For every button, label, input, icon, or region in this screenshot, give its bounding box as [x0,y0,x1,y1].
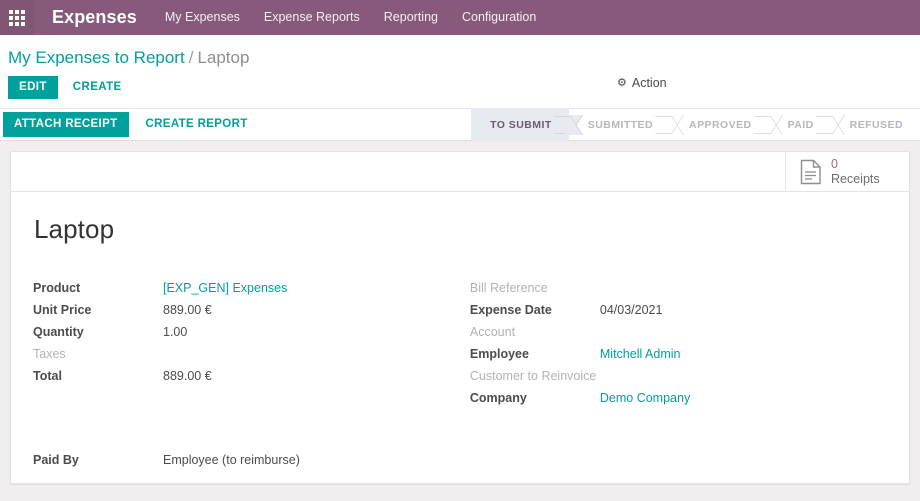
value-total: 889.00 € [163,369,212,383]
fields-container: Product [EXP_GEN] Expenses Unit Price 88… [33,281,887,413]
breadcrumb-row: My Expenses to Report / Laptop [0,35,920,68]
value-employee[interactable]: Mitchell Admin [600,347,681,361]
label-quantity: Quantity [33,325,84,339]
menu-item-reporting[interactable]: Reporting [372,0,450,35]
main-menu: My Expenses Expense Reports Reporting Co… [153,0,548,35]
label-customer-to-reinvoice: Customer to Reinvoice [469,369,597,383]
breadcrumb-parent-link[interactable]: My Expenses to Report [8,48,185,67]
value-expense-date: 04/03/2021 [599,303,663,317]
apps-grid-icon [9,9,25,26]
control-panel-buttons: EDIT CREATE ⚙ Action [0,68,920,108]
right-field-column: Bill Reference Expense Date 04/03/2021 A… [460,281,887,413]
stat-button-box: 0 Receipts [11,152,909,192]
attach-receipt-button[interactable]: ATTACH RECEIPT [3,112,129,137]
label-product: Product [33,281,81,295]
stage-approved[interactable]: APPROVED [670,109,769,141]
edit-button[interactable]: EDIT [8,76,58,99]
action-dropdown[interactable]: ⚙ Action [617,76,667,90]
field-row-quantity: Quantity 1.00 [33,325,460,347]
label-expense-date: Expense Date [469,303,552,317]
form-sheet: 0 Receipts Laptop Product [EXP_GEN] Expe… [10,151,910,484]
control-panel: My Expenses to Report / Laptop EDIT CREATE… [0,35,920,109]
status-pipeline: TO SUBMIT SUBMITTED APPROVED PAID REFUSE… [471,109,920,141]
field-row-customer-to-reinvoice: Customer to Reinvoice [470,369,887,391]
field-row-expense-date: Expense Date 04/03/2021 [470,303,887,325]
create-button[interactable]: CREATE [63,76,132,99]
receipts-count: 0 [831,157,838,172]
stage-paid[interactable]: PAID [769,109,831,141]
menu-item-configuration[interactable]: Configuration [450,0,548,35]
label-company: Company [469,391,527,405]
field-row-employee: Employee Mitchell Admin [470,347,887,369]
gear-icon: ⚙ [617,76,627,89]
label-bill-reference: Bill Reference [469,281,548,295]
create-report-button[interactable]: CREATE REPORT [136,113,258,136]
stage-to-submit[interactable]: TO SUBMIT [471,109,569,141]
menu-item-expense-reports[interactable]: Expense Reports [252,0,372,35]
field-row-total: Total 889.00 € [33,369,460,391]
breadcrumb-separator: / [188,48,194,67]
receipts-label: Receipts [831,171,880,186]
field-row-unit-price: Unit Price 889.00 € [33,303,460,325]
label-total: Total [33,369,62,383]
value-paid-by: Employee (to reimburse) [163,453,300,467]
value-product[interactable]: [EXP_GEN] Expenses [163,281,287,295]
label-employee: Employee [469,347,529,361]
value-unit-price: 889.00 € [163,303,212,317]
label-taxes: Taxes [33,347,66,361]
label-paid-by: Paid By [33,453,79,467]
value-company[interactable]: Demo Company [600,391,690,405]
field-row-bill-reference: Bill Reference [470,281,887,303]
stage-refused[interactable]: REFUSED [831,109,920,141]
top-navbar: Expenses My Expenses Expense Reports Rep… [0,0,920,35]
field-row-company: Company Demo Company [470,391,887,413]
field-row-taxes: Taxes [33,347,460,369]
apps-menu-button[interactable] [0,0,34,35]
document-icon [800,159,821,184]
label-account: Account [469,325,516,339]
field-row-account: Account [470,325,887,347]
field-row-paid-by: Paid By Employee (to reimburse) [33,453,887,475]
label-unit-price: Unit Price [33,303,92,317]
field-row-product: Product [EXP_GEN] Expenses [33,281,460,303]
breadcrumb: My Expenses to Report / Laptop [8,48,249,68]
receipts-stat-button[interactable]: 0 Receipts [785,152,909,191]
breadcrumb-current: Laptop [197,48,250,67]
stage-submitted[interactable]: SUBMITTED [569,109,670,141]
left-field-column: Product [EXP_GEN] Expenses Unit Price 88… [33,281,460,413]
action-label: Action [631,76,667,90]
statusbar-row: ATTACH RECEIPT CREATE REPORT TO SUBMIT S… [0,109,920,141]
menu-item-my-expenses[interactable]: My Expenses [153,0,252,35]
app-brand-title: Expenses [52,7,137,27]
sheet-background: 0 Receipts Laptop Product [EXP_GEN] Expe… [0,141,920,494]
sheet-body: Laptop Product [EXP_GEN] Expenses Unit P… [11,192,909,475]
value-quantity: 1.00 [163,325,188,339]
page-title: Laptop [34,214,115,244]
